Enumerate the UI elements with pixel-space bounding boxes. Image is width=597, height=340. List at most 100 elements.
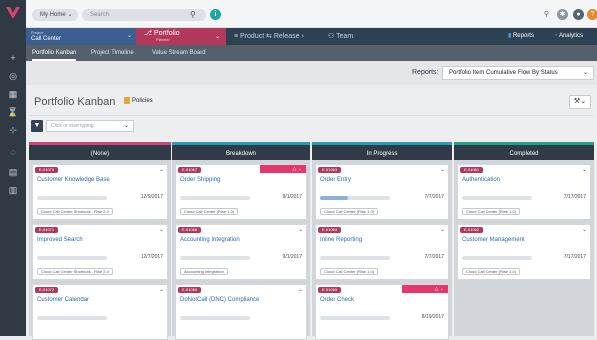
card-alert-flag[interactable]: △ ⌄	[260, 165, 306, 173]
nav-release[interactable]: ⇆ Release ›	[266, 28, 304, 45]
my-home-dropdown[interactable]: My Home ⌄	[32, 9, 78, 21]
policies-icon	[124, 97, 130, 104]
grid-icon[interactable]: ▦	[6, 88, 20, 100]
chevron-down-icon[interactable]: ⌄	[159, 166, 164, 173]
filter-input[interactable]: Click or start typing ⌄	[46, 120, 134, 132]
kanban-card[interactable]: E-01065 △ ⌄ Order Check 8/19/2017	[315, 284, 449, 340]
card-title[interactable]: Customer Knowledge Base	[37, 177, 110, 183]
avatar[interactable]: ●	[573, 9, 584, 20]
kanban-card[interactable]: E-01064 ⌄ Inline Reporting 7/7/2017 Cloud Ca…	[315, 224, 449, 280]
card-id-badge[interactable]: E-01072	[35, 287, 59, 293]
card-alert-flag[interactable]: △ ⌄	[402, 285, 448, 293]
card-id-badge[interactable]: E-01061	[460, 167, 484, 173]
nav-product[interactable]: ≡ Product ›	[234, 28, 268, 45]
kanban-card[interactable]: E-01063 ⌄ Order Entry 7/7/2017 Cloud Call Ce…	[315, 164, 449, 220]
add-icon[interactable]: +	[6, 52, 20, 64]
nav-reports[interactable]: ▮ Reports	[508, 28, 534, 45]
tab-project-timeline[interactable]: Project Timeline	[91, 45, 134, 61]
kanban-card[interactable]: E-01068 ⌄ Accounting Integration 9/1/2017 Ac…	[175, 224, 307, 280]
kanban-card[interactable]: E-01072 ⌄ Customer Calendar	[32, 284, 168, 340]
policies-link[interactable]: Policies	[124, 97, 153, 104]
kanban-card[interactable]: E-01067 △ ⌄ Order Shipping 9/1/2017 Cloud Ca…	[175, 164, 307, 220]
kanban-card[interactable]: E-01062 ⌄ Customer Management 7/17/2017 Clou…	[457, 224, 591, 280]
trash-icon[interactable]: ▥	[6, 184, 20, 196]
column-header: Completed	[454, 142, 594, 160]
chevron-down-icon[interactable]: ⌄	[440, 226, 445, 233]
card-title[interactable]: Accounting Integration	[180, 237, 240, 243]
card-title[interactable]: Customer Management	[462, 237, 525, 243]
chevron-down-icon[interactable]: ⌄	[298, 286, 303, 293]
card-id-badge[interactable]: E-01065	[318, 287, 342, 293]
tab-portfolio-kanban[interactable]: Portfolio Kanban	[32, 45, 77, 61]
chevron-down-icon[interactable]: ⌄	[440, 166, 445, 173]
target-icon[interactable]: ◎	[6, 70, 20, 82]
hierarchy-icon[interactable]: ⊹	[6, 124, 20, 136]
card-title[interactable]: Order Entry	[320, 177, 351, 183]
main-nav: Project Call Center ⌄ ⎇ Portfolio Planne…	[26, 28, 597, 45]
settings-icon[interactable]: ✱	[557, 9, 568, 20]
divider	[30, 115, 593, 116]
reports-select[interactable]: Portfolio Item Cumulative Flow By Status…	[442, 66, 594, 80]
settings-wrench-button[interactable]: ⚒⌄	[569, 95, 591, 109]
card-id-badge[interactable]: E-01071	[35, 227, 59, 233]
nav-team[interactable]: ⚇ Team	[328, 28, 353, 45]
info-icon[interactable]: i	[210, 9, 221, 20]
filter-button[interactable]: ▼	[31, 120, 43, 132]
app-logo[interactable]	[4, 6, 22, 20]
card-title[interactable]: Inline Reporting	[320, 237, 362, 243]
chevron-down-icon[interactable]: ⌄	[582, 226, 587, 233]
chevron-down-icon[interactable]: ⌄	[159, 286, 164, 293]
card-progress-bar	[180, 316, 250, 320]
card-id-badge[interactable]: E-01062	[460, 227, 484, 233]
kanban-card[interactable]: E-01069 ⌄ DoNotCall (DNC) Compliance	[175, 284, 307, 340]
kanban-card[interactable]: E-01061 ⌄ Authentication 7/17/2017 Cloud Cal…	[457, 164, 591, 220]
card-title[interactable]: DoNotCall (DNC) Compliance	[180, 297, 259, 303]
card-title[interactable]: Authentication	[462, 177, 500, 183]
location-icon[interactable]: ⚲	[541, 9, 552, 20]
chevron-down-icon: ⌄	[123, 123, 129, 129]
chevron-down-icon[interactable]: ⌄	[298, 226, 303, 233]
kanban-column: Breakdown E-01067 △ ⌄ Order Shipping 9/1/201…	[172, 142, 310, 340]
search-icon[interactable]: ⚲	[190, 9, 196, 21]
chat-icon[interactable]: ◌	[6, 146, 20, 158]
kanban-card[interactable]: E-01070 ⌄ Customer Knowledge Base 12/9/2017…	[32, 164, 168, 220]
card-progress-bar	[320, 316, 390, 320]
nav-portfolio[interactable]: ⎇ Portfolio Planner ⌄	[136, 28, 226, 45]
warning-icon: △	[434, 286, 439, 292]
chevron-right-icon: ›	[301, 33, 304, 40]
card-title[interactable]: Improved Search	[37, 237, 83, 243]
document-icon[interactable]: ▤	[6, 166, 20, 178]
chevron-down-icon[interactable]: ⌄	[159, 226, 164, 233]
release-icon: ⇆	[266, 33, 274, 40]
card-id-badge[interactable]: E-01067	[178, 167, 202, 173]
chevron-down-icon: ⌄	[582, 70, 588, 76]
card-title[interactable]: Customer Calendar	[37, 297, 89, 303]
card-date: 7/17/2017	[563, 254, 586, 260]
card-date: 8/19/2017	[421, 314, 444, 320]
filter-icon: ▼	[33, 122, 41, 129]
card-id-badge[interactable]: E-01063	[318, 167, 342, 173]
card-release-tag: Cloud Call Center (Rise 1.0)	[320, 208, 379, 215]
card-date: 7/7/2017	[424, 254, 444, 260]
kanban-panel: Portfolio Kanban Policies ⚒⌄ ▼ Click or …	[26, 85, 597, 340]
card-title[interactable]: Order Check	[320, 297, 354, 303]
nav-analytics[interactable]: ◔ Analytics	[554, 28, 583, 45]
card-id-badge[interactable]: E-01069	[178, 287, 202, 293]
kanban-column: Completed E-01061 ⌄ Authentication 7/17/2017…	[454, 142, 594, 336]
search-input[interactable]: Search	[82, 9, 206, 21]
card-release-tag: Cloud Call Center Shortcuts - Rise 2.0	[37, 208, 113, 215]
card-title[interactable]: Order Shipping	[180, 177, 220, 183]
chevron-down-icon: ⌄	[126, 33, 132, 39]
card-id-badge[interactable]: E-01070	[35, 167, 59, 173]
card-date: 7/7/2017	[424, 194, 444, 200]
help-icon[interactable]: ?	[587, 9, 597, 20]
tab-value-stream-board[interactable]: Value Stream Board	[152, 45, 206, 61]
card-id-badge[interactable]: E-01068	[178, 227, 202, 233]
card-id-badge[interactable]: E-01064	[318, 227, 342, 233]
page-title: Portfolio Kanban	[34, 96, 116, 108]
card-progress-bar	[180, 256, 250, 260]
hourglass-icon[interactable]: ⌛	[6, 106, 20, 118]
chevron-down-icon[interactable]: ⌄	[582, 166, 587, 173]
project-selector[interactable]: Project Call Center ⌄	[26, 28, 136, 45]
kanban-card[interactable]: E-01071 ⌄ Improved Search 12/7/2017 Cloud Ca…	[32, 224, 168, 280]
